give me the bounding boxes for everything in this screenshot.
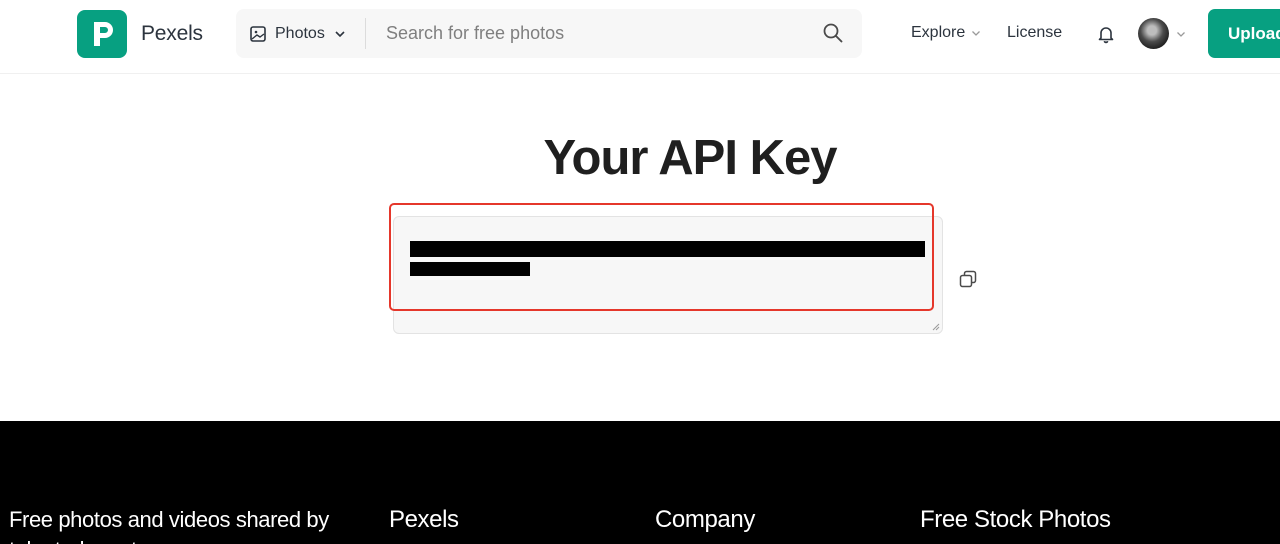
bell-icon[interactable] — [1096, 24, 1116, 44]
copy-icon[interactable] — [958, 269, 978, 289]
chevron-down-icon — [972, 31, 981, 36]
search-bar: Photos — [236, 9, 862, 58]
footer-column-free-stock-photos: Free Stock Photos — [920, 506, 1111, 533]
search-icon[interactable] — [822, 22, 844, 44]
nav-license[interactable]: License — [1007, 24, 1062, 42]
image-icon — [250, 25, 266, 42]
resize-grip-icon[interactable] — [932, 323, 940, 331]
footer-tagline: Free photos and videos shared by talente… — [9, 507, 329, 544]
upload-button[interactable]: Upload — [1208, 9, 1280, 58]
media-type-label: Photos — [275, 24, 325, 42]
nav-explore[interactable]: Explore — [911, 24, 981, 42]
redacted-api-key-line — [410, 241, 925, 257]
footer-column-company: Company — [655, 506, 755, 533]
search-input[interactable] — [376, 9, 806, 58]
media-type-select[interactable]: Photos — [236, 9, 364, 58]
user-menu[interactable] — [1138, 18, 1186, 49]
pexels-logo-icon[interactable] — [77, 10, 127, 58]
redacted-api-key-line — [410, 262, 530, 276]
avatar — [1138, 18, 1169, 49]
chevron-down-icon — [335, 30, 345, 37]
footer: Free photos and videos shared by talente… — [0, 421, 1280, 544]
page-title: Your API Key — [543, 131, 838, 185]
chevron-down-icon — [1177, 31, 1185, 37]
nav-explore-label: Explore — [911, 24, 966, 41]
top-header: Pexels Photos Explore License — [0, 0, 1280, 74]
brand-name[interactable]: Pexels — [141, 22, 203, 46]
api-key-textarea[interactable] — [393, 216, 943, 334]
search-divider — [365, 18, 366, 49]
footer-column-pexels: Pexels — [389, 506, 459, 533]
